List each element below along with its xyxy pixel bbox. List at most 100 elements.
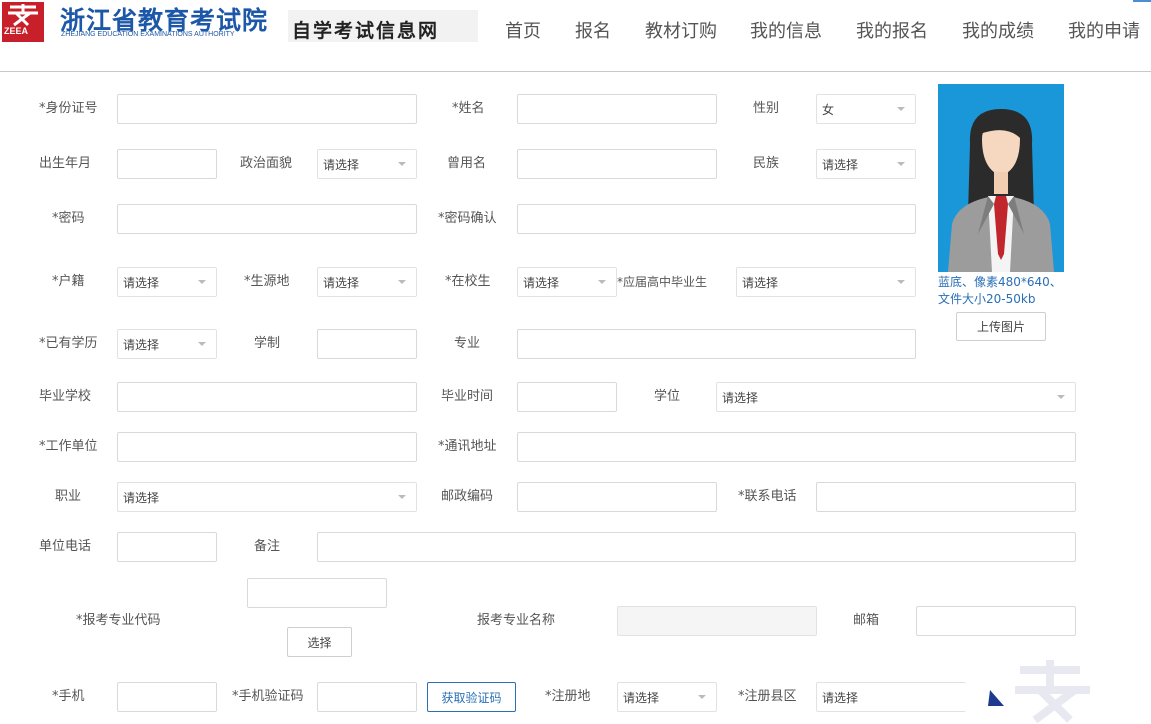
nav-my-info[interactable]: 我的信息 (750, 17, 822, 43)
grad-time-input[interactable] (517, 382, 617, 412)
chevron-down-icon (198, 280, 206, 284)
label-grad-time: 毕业时间 (441, 389, 494, 404)
label-ethnicity: 民族 (753, 156, 780, 171)
hukou-select[interactable]: 请选择 (117, 267, 217, 297)
site-logo[interactable]: ZEEA 浙江省教育考试院 ZHEJIANG EDUCATION EXAMINA… (0, 0, 480, 44)
site-name: 自学考试信息网 (288, 10, 478, 42)
grad-school-input[interactable] (117, 382, 417, 412)
label-hukou: *户籍 (52, 274, 85, 289)
label-major: 专业 (454, 336, 481, 351)
upload-button[interactable]: 上传图片 (956, 312, 1046, 341)
get-code-button[interactable]: 获取验证码 (427, 682, 516, 712)
label-gender: 性别 (753, 101, 780, 116)
label-grad-school: 毕业学校 (39, 389, 92, 404)
politics-select[interactable]: 请选择 (317, 149, 417, 179)
label-phone: *联系电话 (738, 489, 797, 504)
ethnicity-select-value: 请选择 (822, 157, 859, 172)
chevron-down-icon (598, 280, 606, 284)
nav-register[interactable]: 报名 (575, 17, 611, 43)
nav-my-scores[interactable]: 我的成绩 (962, 17, 1034, 43)
id-card-input[interactable] (117, 94, 417, 124)
label-email: 邮箱 (853, 613, 880, 628)
fresh-grad-select-value: 请选择 (742, 275, 779, 290)
logo-emblem: ZEEA (2, 2, 44, 42)
major-name-input (617, 606, 817, 636)
in-school-select-value: 请选择 (523, 275, 560, 290)
gender-select[interactable]: 女 (816, 94, 916, 124)
hukou-select-value: 请选择 (123, 275, 160, 290)
former-name-input[interactable] (517, 149, 717, 179)
label-id-card: *身份证号 (39, 101, 98, 116)
sms-code-input[interactable] (317, 682, 417, 712)
politics-select-value: 请选择 (323, 157, 360, 172)
mobile-input[interactable] (117, 682, 217, 712)
chevron-down-icon (698, 695, 706, 699)
photo-preview (938, 84, 1064, 272)
birth-input[interactable] (117, 149, 217, 179)
label-fresh-grad: *应届高中毕业生 (617, 275, 708, 289)
origin-select[interactable]: 请选择 (317, 267, 417, 297)
email-input[interactable] (916, 606, 1076, 636)
nav-my-registration[interactable]: 我的报名 (856, 17, 928, 43)
gender-select-value: 女 (822, 102, 835, 117)
work-unit-input[interactable] (117, 432, 417, 462)
label-remark: 备注 (254, 539, 281, 554)
site-name-text: 自学考试信息网 (292, 20, 440, 42)
chevron-down-icon (398, 280, 406, 284)
choose-button[interactable]: 选择 (287, 627, 352, 657)
password-input[interactable] (117, 204, 417, 234)
label-schooling: 学制 (254, 336, 281, 351)
exam-character-icon (8, 4, 38, 27)
label-degree: 学位 (654, 389, 681, 404)
degree-select-value: 请选择 (722, 390, 759, 405)
origin-select-value: 请选择 (323, 275, 360, 290)
reg-place-select[interactable]: 请选择 (617, 682, 717, 712)
reg-county-select-value: 请选择 (822, 690, 859, 705)
label-postcode: 邮政编码 (441, 489, 494, 504)
phone-input[interactable] (816, 482, 1076, 512)
label-mobile: *手机 (52, 689, 85, 704)
address-input[interactable] (517, 432, 1076, 462)
label-origin: *生源地 (244, 274, 290, 289)
password-confirm-input[interactable] (517, 204, 916, 234)
label-major-code: *报考专业代码 (76, 613, 161, 628)
avatar-placeholder-icon (948, 109, 1054, 272)
photo-hint: 蓝底、像素480*640、文件大小20-50kb (938, 275, 1062, 306)
degree-select[interactable]: 请选择 (716, 382, 1076, 412)
occupation-select[interactable]: 请选择 (117, 482, 417, 512)
major-input[interactable] (517, 329, 916, 359)
header-divider (0, 71, 1151, 72)
fresh-grad-select[interactable]: 请选择 (736, 267, 916, 297)
nav-my-applications[interactable]: 我的申请 (1068, 17, 1140, 43)
remark-input[interactable] (317, 532, 1076, 562)
nav-active-marker (1133, 0, 1151, 2)
watermark-logo-icon (988, 660, 1090, 724)
label-password-confirm: *密码确认 (438, 211, 497, 226)
major-code-input[interactable] (247, 578, 387, 608)
label-occupation: 职业 (55, 489, 82, 504)
nav-home[interactable]: 首页 (505, 17, 541, 43)
postcode-input[interactable] (517, 482, 717, 512)
education-select-value: 请选择 (123, 337, 160, 352)
in-school-select[interactable]: 请选择 (517, 267, 617, 297)
unit-phone-input[interactable] (117, 532, 217, 562)
education-select[interactable]: 请选择 (117, 329, 217, 359)
label-reg-county: *注册县区 (738, 689, 797, 704)
ethnicity-select[interactable]: 请选择 (816, 149, 916, 179)
label-education: *已有学历 (39, 336, 98, 351)
label-sms-code: *手机验证码 (232, 689, 304, 704)
nav-textbook[interactable]: 教材订购 (645, 17, 717, 43)
occupation-select-value: 请选择 (123, 490, 160, 505)
label-reg-place: *注册地 (545, 689, 591, 704)
label-unit-phone: 单位电话 (39, 539, 92, 554)
label-work-unit: *工作单位 (39, 439, 98, 454)
reg-county-select[interactable]: 请选择 (816, 682, 966, 712)
chevron-down-icon (897, 162, 905, 166)
label-in-school: *在校生 (445, 274, 491, 289)
label-politics: 政治面貌 (240, 156, 293, 171)
logo-badge-text: ZEEA (4, 26, 29, 36)
label-password: *密码 (52, 211, 85, 226)
schooling-input[interactable] (317, 329, 417, 359)
name-input[interactable] (517, 94, 717, 124)
label-major-name: 报考专业名称 (477, 613, 556, 628)
